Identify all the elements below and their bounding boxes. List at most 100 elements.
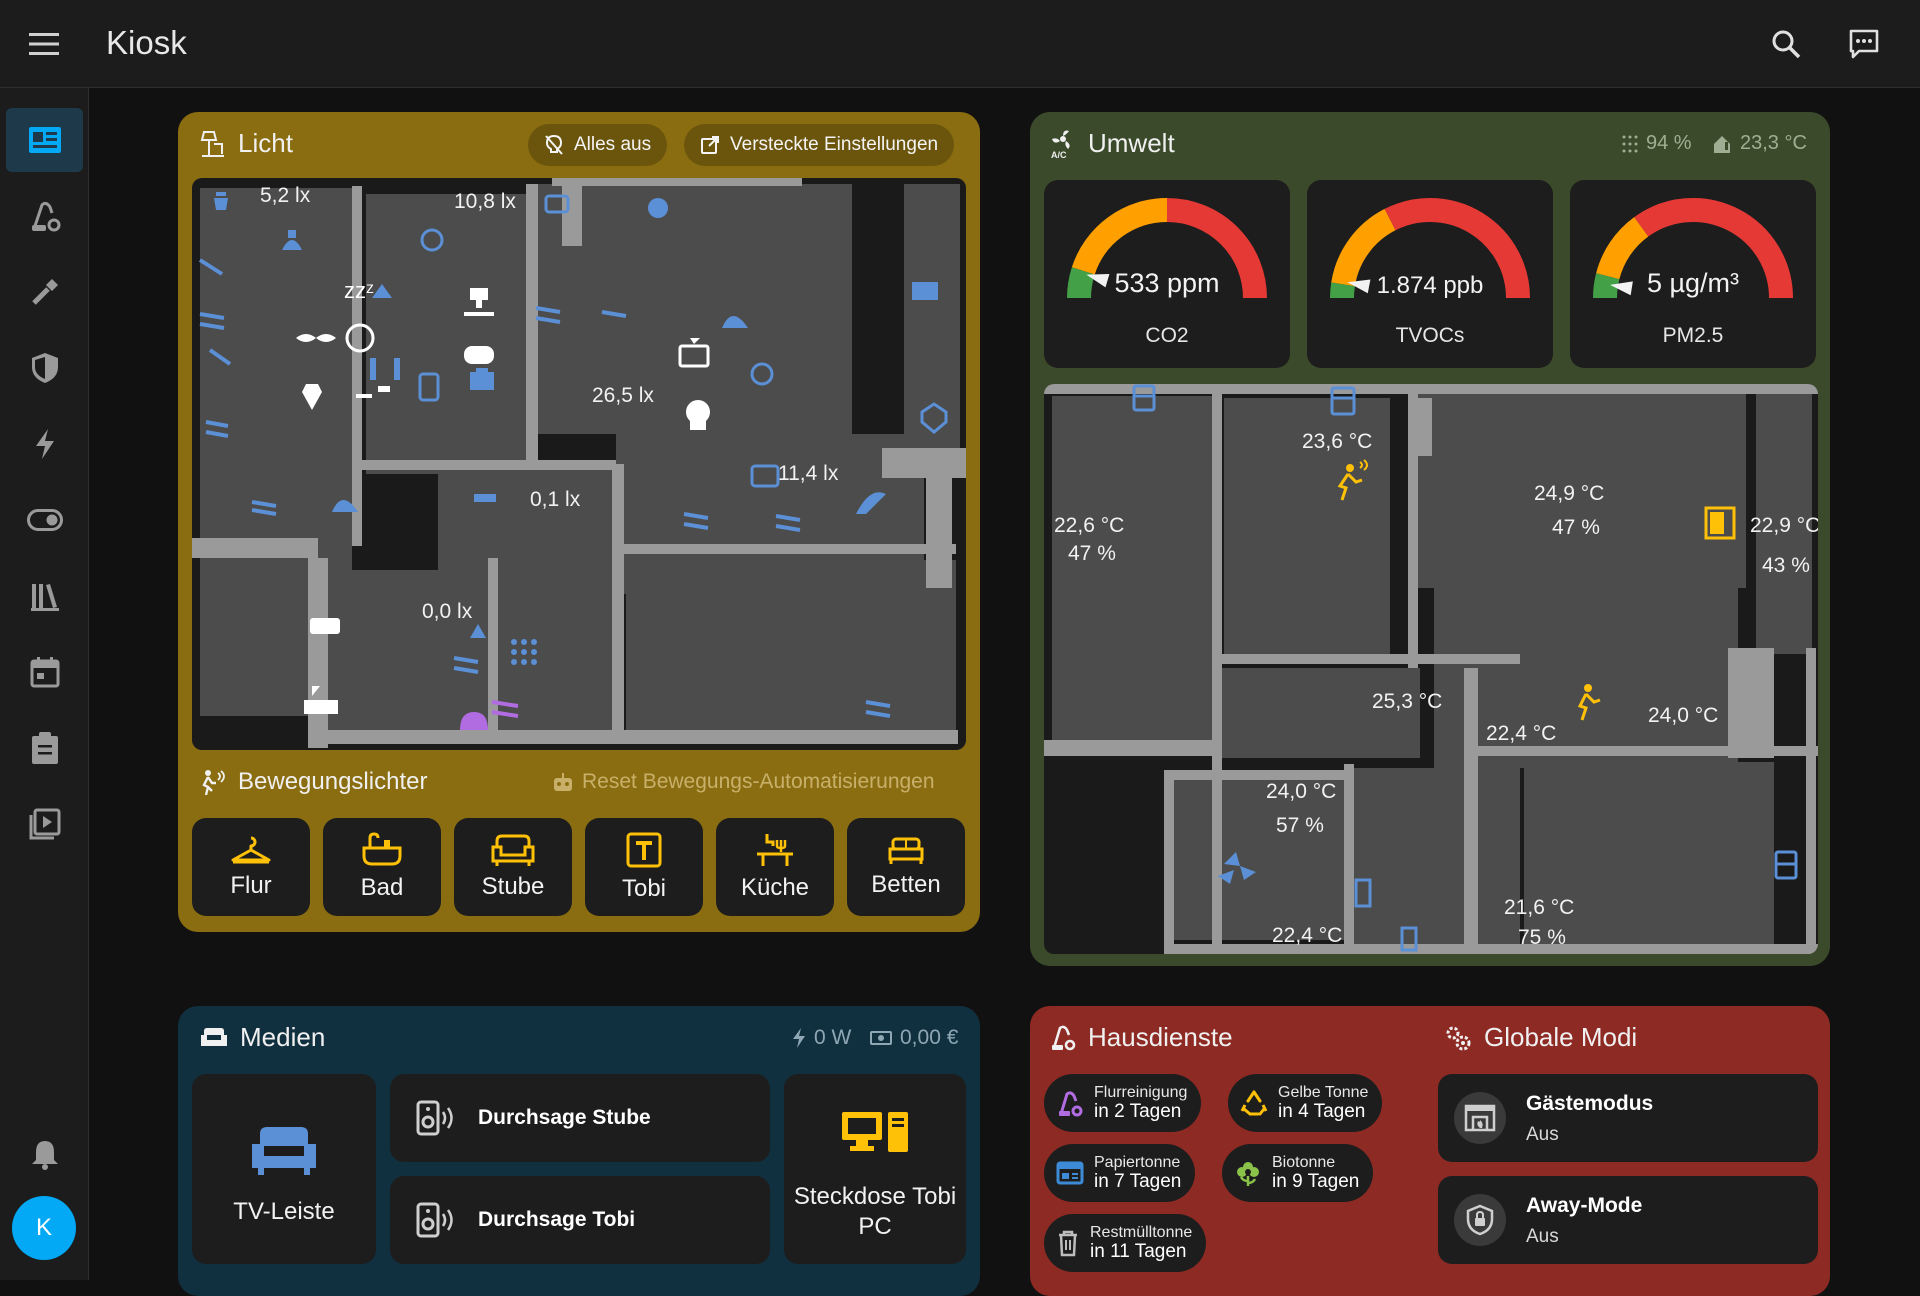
licht-title: Licht	[200, 128, 293, 159]
motion-button-kueche[interactable]: Küche	[716, 818, 834, 916]
mode-gaestemodus[interactable]: Gästemodus Aus	[1438, 1074, 1818, 1162]
sidebar-item-calendar[interactable]	[6, 640, 83, 704]
vacuum-icon	[1059, 1091, 1083, 1117]
sofa-icon	[201, 1027, 227, 1046]
motion-button-stube[interactable]: Stube	[454, 818, 572, 916]
sofa-icon	[252, 1127, 316, 1175]
toggle-icon	[26, 509, 63, 531]
medien-cost: 0,00 €	[870, 1026, 958, 1050]
bed-icon	[888, 837, 924, 864]
shield-icon	[31, 353, 58, 383]
steckdose-label: Steckdose Tobi PC	[793, 1183, 957, 1240]
tv-leiste-button[interactable]: TV-Leiste	[192, 1074, 376, 1264]
announce-stube-button[interactable]: Durchsage Stube	[390, 1074, 770, 1162]
service-due: in 11 Tagen	[1090, 1241, 1187, 1262]
letter-t-box-icon	[626, 832, 662, 868]
motion-button-flur[interactable]: Flur	[192, 818, 310, 916]
service-name: Papiertonne	[1094, 1154, 1181, 1171]
medien-title: Medien	[200, 1022, 325, 1053]
sidebar-item-dashboard[interactable]	[6, 108, 83, 172]
service-restmuelltonne[interactable]: Restmülltonne in 11 Tagen	[1044, 1214, 1207, 1272]
avatar[interactable]: K	[12, 1196, 76, 1260]
gauge-value: 5 µg/m³	[1646, 268, 1740, 298]
modi-title: Globale Modi	[1444, 1022, 1637, 1053]
motion-sensor-icon	[202, 770, 225, 795]
bathtub-icon	[362, 832, 402, 866]
humidity-icon	[1622, 135, 1638, 152]
umwelt-floorplan[interactable]: 22,6 °C 47 % 23,6 °C 24,9 °C 47 % 22,9 °…	[1044, 384, 1818, 954]
sidebar-item-tools[interactable]	[6, 260, 83, 324]
mode-away[interactable]: Away-Mode Aus	[1438, 1176, 1818, 1264]
page-title: Kiosk	[106, 24, 187, 61]
service-papiertonne[interactable]: Papiertonne in 7 Tagen	[1044, 1144, 1196, 1202]
umwelt-floor-icons	[1132, 384, 1798, 952]
calendar-icon	[30, 657, 59, 688]
motion-title: Bewegungslichter	[200, 768, 427, 796]
energy-icon	[35, 429, 54, 459]
service-flurreinigung[interactable]: Flurreinigung in 2 Tagen	[1044, 1074, 1202, 1132]
menu-icon[interactable]	[18, 18, 70, 70]
air-conditioner-icon: A/C	[1051, 130, 1070, 159]
flower-icon	[1237, 1162, 1259, 1186]
tools-icon	[31, 279, 58, 305]
reset-automations-button[interactable]: Reset Bewegungs-Automatisierungen	[552, 770, 935, 794]
bell-icon	[31, 1141, 58, 1170]
medien-power: 0 W	[792, 1026, 851, 1050]
notifications-button[interactable]	[6, 1122, 83, 1186]
sidebar-item-security[interactable]	[6, 336, 83, 400]
speaker-wireless-icon	[416, 1100, 453, 1136]
motion-button-tobi[interactable]: Tobi	[585, 818, 703, 916]
sidebar-item-library[interactable]	[6, 564, 83, 628]
gauge-value: 1.874 ppb	[1376, 272, 1484, 299]
shield-lock-icon	[1454, 1194, 1506, 1246]
service-due: in 7 Tagen	[1094, 1171, 1182, 1192]
announce-tobi-label: Durchsage Tobi	[478, 1208, 636, 1231]
announce-stube-label: Durchsage Stube	[478, 1106, 651, 1129]
library-icon	[30, 584, 59, 611]
service-name: Gelbe Tonne	[1278, 1084, 1369, 1101]
lamp-icon	[200, 130, 224, 157]
hausdienste-title: Hausdienste	[1050, 1022, 1233, 1053]
vacuum-icon	[1052, 1025, 1076, 1050]
gauge-tvoc[interactable]: 1.874 ppb TVOCs	[1307, 180, 1553, 368]
gauge-pm25[interactable]: 5 µg/m³ PM2.5	[1570, 180, 1816, 368]
gauge-segment	[1071, 198, 1168, 275]
mode-state: Aus	[1526, 1124, 1559, 1145]
hidden-settings-button[interactable]: Versteckte Einstellungen	[684, 124, 955, 166]
service-name: Biotonne	[1272, 1154, 1336, 1171]
trash-can-icon	[1059, 1230, 1077, 1257]
service-biotonne[interactable]: Biotonne in 9 Tagen	[1222, 1144, 1374, 1202]
umwelt-title: A/C Umwelt	[1051, 128, 1175, 159]
all-off-button[interactable]: Alles aus	[528, 124, 668, 166]
assist-icon[interactable]	[1838, 18, 1890, 70]
motion-button-bad[interactable]: Bad	[323, 818, 441, 916]
mode-state: Aus	[1526, 1226, 1559, 1247]
service-gelbe-tonne[interactable]: Gelbe Tonne in 4 Tagen	[1228, 1074, 1383, 1132]
sidebar-item-toggles[interactable]	[6, 488, 83, 552]
announce-tobi-button[interactable]: Durchsage Tobi	[390, 1176, 770, 1264]
flash-icon	[793, 1028, 805, 1048]
countertop-icon	[757, 834, 793, 866]
gauge-label: TVOCs	[1395, 324, 1465, 347]
sidebar-item-clipboard[interactable]	[6, 716, 83, 780]
search-icon[interactable]	[1760, 18, 1812, 70]
cash-icon	[870, 1031, 892, 1045]
gauge-value: 533 ppm	[1114, 268, 1220, 298]
gauge-co2[interactable]: 533 ppm CO2	[1044, 180, 1290, 368]
newspaper-icon	[1056, 1161, 1084, 1185]
service-due: in 2 Tagen	[1094, 1101, 1182, 1122]
tv-leiste-label: TV-Leiste	[233, 1198, 335, 1225]
motion-button-betten[interactable]: Betten	[847, 818, 965, 916]
gauge-label: CO2	[1145, 324, 1189, 347]
steckdose-tobi-pc-button[interactable]: Steckdose Tobi PC	[784, 1074, 966, 1264]
open-external-icon	[701, 136, 719, 154]
sidebar-item-energy[interactable]	[6, 412, 83, 476]
sidebar-item-vacuum[interactable]	[6, 184, 83, 248]
vacuum-icon	[31, 201, 60, 232]
hanger-icon	[231, 836, 271, 864]
sidebar	[0, 88, 89, 1280]
speaker-wireless-icon	[416, 1202, 453, 1238]
licht-floorplan[interactable]: 5,2 lx 10,8 lx 26,5 lx 11,4 lx 0,1 lx 0,…	[192, 178, 966, 750]
sidebar-item-media[interactable]	[6, 792, 83, 856]
desktop-tower-monitor-icon	[842, 1112, 908, 1152]
